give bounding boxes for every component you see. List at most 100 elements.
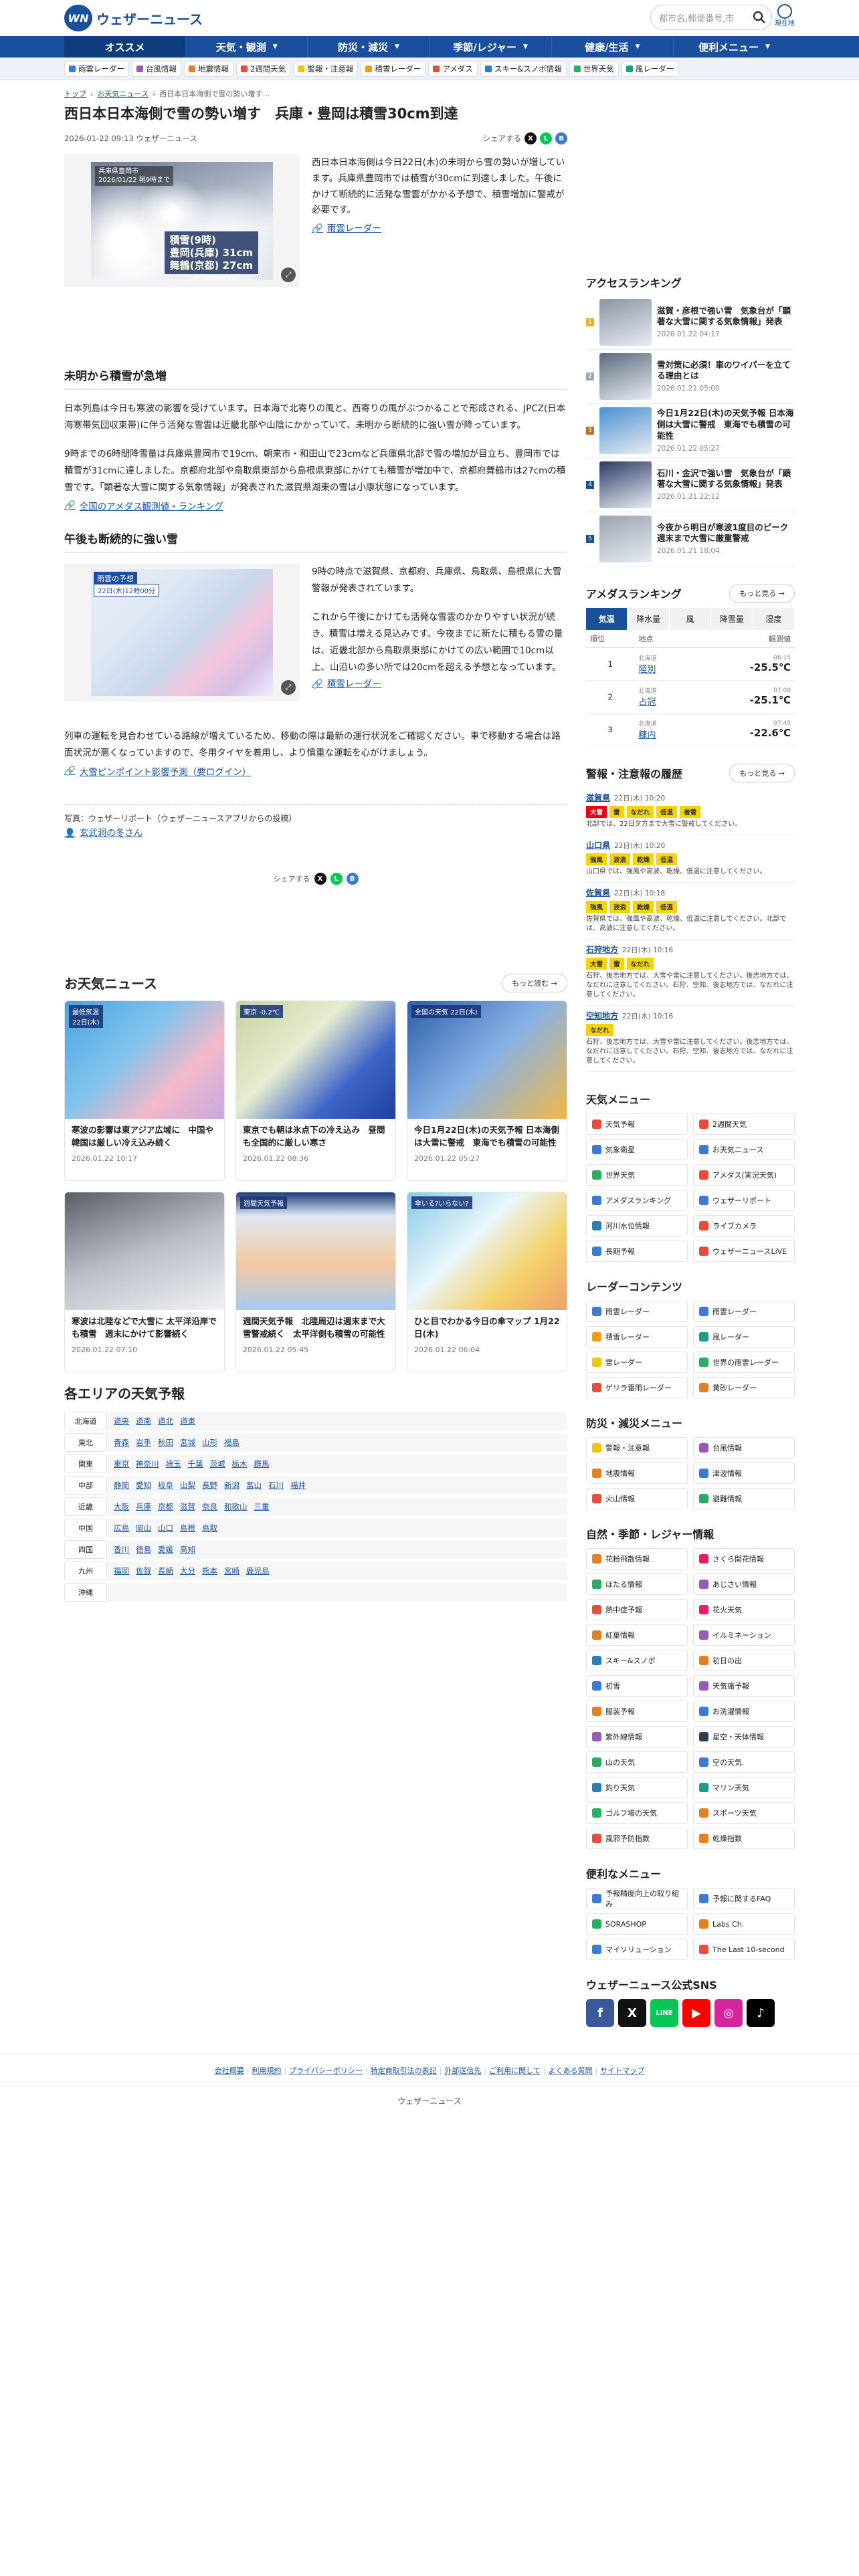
ranking-item[interactable]: 5 今夜から明日が寒波1度目のピーク 週末まで大雪に厳重警戒 2026.01.21 … xyxy=(586,512,797,566)
share-x-icon[interactable]: X xyxy=(524,132,537,145)
area-pref-link[interactable]: 宮城 xyxy=(180,1438,195,1447)
footer-link[interactable]: 利用規約 xyxy=(252,2066,281,2075)
ranking-item[interactable]: 4 石川・金沢で強い雪 気象台が「顕著な大雪に関する気象情報」発表 2026.01.… xyxy=(586,458,795,512)
site-logo[interactable]: WN ウェザーニュース xyxy=(64,5,203,31)
side-menu-item[interactable]: 花火天気 xyxy=(693,1599,795,1620)
area-pref-link[interactable]: 熊本 xyxy=(202,1566,217,1576)
share-link-icon[interactable]: B xyxy=(555,132,567,145)
area-pref-link[interactable]: 道東 xyxy=(180,1416,195,1426)
quicklink-1[interactable]: 台風情報 xyxy=(132,60,181,77)
area-pref-link[interactable]: 石川 xyxy=(268,1481,284,1490)
gnav-item-5[interactable]: 便利メニュー ▼ xyxy=(672,36,795,58)
ranking-item[interactable]: 3 今日1月22日(木)の天気予報 日本海側は大雪に警戒 東海でも積雪の可能性 20… xyxy=(586,404,795,458)
pinpoint-forecast-link[interactable]: 🔗 大雪ピンポイント影響予測（要ログイン） xyxy=(64,764,567,778)
side-menu-item[interactable]: 星空・天体情報 xyxy=(693,1726,795,1747)
side-menu-item[interactable]: 気象衛星 xyxy=(586,1139,688,1160)
side-menu-item[interactable]: ライブカメラ xyxy=(693,1215,795,1237)
article-photo[interactable]: 兵庫県豊岡市 2026/01/22 朝9時まで 積雪(9時) 豊岡(兵庫) 31… xyxy=(64,154,300,288)
news-more-button[interactable]: もっと読む → xyxy=(502,973,567,992)
area-pref-link[interactable]: 高知 xyxy=(180,1545,195,1554)
side-menu-item[interactable]: 避難情報 xyxy=(693,1488,795,1509)
area-pref-link[interactable]: 新潟 xyxy=(224,1481,240,1490)
side-menu-item[interactable]: 初日の出 xyxy=(693,1650,795,1671)
ranking-item[interactable]: 2 雪対策に必須！車のワイパーを立てる理由とは 2026.01.21 05:00 xyxy=(586,350,795,404)
sns-icon[interactable]: LINE xyxy=(650,1999,678,2027)
area-pref-link[interactable]: 富山 xyxy=(246,1481,262,1490)
sns-icon[interactable]: f xyxy=(586,1999,614,2027)
area-pref-link[interactable]: 和歌山 xyxy=(224,1502,248,1511)
share-link-icon[interactable]: B xyxy=(346,873,359,885)
warning-item[interactable]: 佐賀県 22日(木) 10:18 強風 波浪 乾燥 低温 佐賀県では、強風や高波、乾燥、低温… xyxy=(586,883,795,940)
quicklink-3[interactable]: 2週間天気 xyxy=(236,60,291,77)
warning-area[interactable]: 空知地方 xyxy=(586,1011,618,1021)
footer-link[interactable]: サイトマップ xyxy=(600,2066,644,2075)
amedas-tab[interactable]: 湿度 xyxy=(753,608,795,630)
side-menu-item[interactable]: マリン天気 xyxy=(693,1777,795,1798)
area-pref-link[interactable]: 長野 xyxy=(202,1481,217,1490)
footer-link[interactable]: プライバシーポリシー xyxy=(289,2066,363,2075)
side-menu-item[interactable]: 乾燥指数 xyxy=(693,1828,795,1849)
gnav-item-3[interactable]: 季節/レジャー ▼ xyxy=(429,36,551,58)
warnings-more-button[interactable]: もっと見る → xyxy=(729,764,795,782)
area-pref-link[interactable]: 福井 xyxy=(290,1481,306,1490)
side-menu-item[interactable]: お洗濯情報 xyxy=(693,1701,795,1722)
side-menu-item[interactable]: 風レーダー xyxy=(693,1326,795,1348)
expand-icon[interactable]: ⤢ xyxy=(281,267,296,283)
side-menu-item[interactable]: 紫外線情報 xyxy=(586,1726,688,1747)
side-menu-item[interactable]: 雷レーダー xyxy=(586,1352,688,1373)
photo-user-link[interactable]: 👤 玄武洞の冬さん xyxy=(64,826,567,841)
amedas-ranking-link[interactable]: 🔗 全国のアメダス観測値・ランキング xyxy=(64,499,567,512)
amedas-tab[interactable]: 降雪量 xyxy=(711,608,753,630)
side-menu-item[interactable]: ほたる情報 xyxy=(586,1574,688,1595)
side-menu-item[interactable]: さくら開花情報 xyxy=(693,1548,795,1570)
side-menu-item[interactable]: 天気予報 xyxy=(586,1113,688,1135)
side-menu-item[interactable]: 空の天気 xyxy=(693,1751,795,1773)
side-menu-item[interactable]: The Last 10-second xyxy=(693,1939,795,1960)
gnav-item-1[interactable]: 天気・観測 ▼ xyxy=(185,36,307,58)
quicklink-8[interactable]: 世界天気 xyxy=(569,60,619,77)
area-pref-link[interactable]: 青森 xyxy=(114,1438,129,1447)
news-card[interactable]: 寒波は北陸などで大雪に 太平洋沿岸でも積雪 週末にかけて影響続く 2026.01.… xyxy=(64,1192,225,1373)
side-menu-item[interactable]: 花粉飛散情報 xyxy=(586,1548,688,1570)
ranking-item[interactable]: 1 滋賀・彦根で強い雪 気象台が「顕著な大雪に関する気象情報」発表 2026.01.… xyxy=(586,296,795,350)
side-menu-item[interactable]: 予報精度向上の取り組み xyxy=(586,1888,688,1909)
area-pref-link[interactable]: 島根 xyxy=(180,1523,195,1533)
amedas-tab[interactable]: 気温 xyxy=(586,608,628,630)
area-pref-link[interactable]: 秋田 xyxy=(158,1438,173,1447)
area-pref-link[interactable]: 大阪 xyxy=(114,1502,129,1511)
area-pref-link[interactable]: 広島 xyxy=(114,1523,129,1533)
area-pref-link[interactable]: 群馬 xyxy=(254,1459,270,1469)
area-pref-link[interactable]: 福島 xyxy=(224,1438,240,1447)
side-menu-item[interactable]: Labs Ch. xyxy=(693,1913,795,1935)
area-pref-link[interactable]: 道北 xyxy=(158,1416,173,1426)
area-pref-link[interactable]: 道央 xyxy=(114,1416,129,1426)
side-menu-item[interactable]: お天気ニュース xyxy=(693,1139,795,1160)
side-menu-item[interactable]: 予報に関するFAQ xyxy=(693,1888,795,1909)
area-pref-link[interactable]: 山形 xyxy=(202,1438,217,1447)
area-pref-link[interactable]: 兵庫 xyxy=(136,1502,151,1511)
side-menu-item[interactable]: スキー&スノボ xyxy=(586,1650,688,1671)
area-pref-link[interactable]: 宮崎 xyxy=(224,1566,240,1576)
area-pref-link[interactable]: 長崎 xyxy=(158,1566,173,1576)
forecast-map-figure[interactable]: 雨雲の予想 22日(木)12時00分 ⤢ xyxy=(64,564,300,702)
area-pref-link[interactable]: 静岡 xyxy=(114,1481,129,1490)
side-menu-item[interactable]: 火山情報 xyxy=(586,1488,688,1509)
area-pref-link[interactable]: 岡山 xyxy=(136,1523,151,1533)
side-menu-item[interactable]: ゴルフ場の天気 xyxy=(586,1802,688,1824)
quicklink-0[interactable]: 雨雲レーダー xyxy=(64,60,129,77)
warning-item[interactable]: 石狩地方 22日(木) 10:16 大雪雷なだれ 石狩、後志地方では、大雪や雷に注意し… xyxy=(586,940,795,1006)
warning-area[interactable]: 石狩地方 xyxy=(586,945,618,954)
amedas-row[interactable]: 2 北海道 占冠 07:08 -25.1℃ xyxy=(586,680,795,714)
warning-area[interactable]: 佐賀県 xyxy=(586,888,610,897)
breadcrumb-news[interactable]: お天気ニュース xyxy=(97,88,148,99)
gnav-item-2[interactable]: 防災・減災 ▼ xyxy=(307,36,429,58)
side-menu-item[interactable]: 台風情報 xyxy=(693,1437,795,1459)
gnav-item-0[interactable]: オススメ xyxy=(64,36,186,58)
share-x-icon[interactable]: X xyxy=(314,873,326,885)
side-menu-item[interactable]: 釣り天気 xyxy=(586,1777,688,1798)
news-card[interactable]: 東京 -0.2℃ 東京でも朝は氷点下の冷え込み 昼間も全国的に厳しい寒さ 2026.… xyxy=(235,1000,396,1182)
warning-item[interactable]: 空知地方 22日(木) 10:16 なだれ 石狩、後志地方では、大雪や雷に注意してくだ… xyxy=(586,1006,795,1072)
amedas-tab[interactable]: 降水量 xyxy=(628,608,670,630)
side-menu-item[interactable]: あじさい情報 xyxy=(693,1574,795,1595)
footer-link[interactable]: ご利用に関して xyxy=(489,2066,541,2075)
